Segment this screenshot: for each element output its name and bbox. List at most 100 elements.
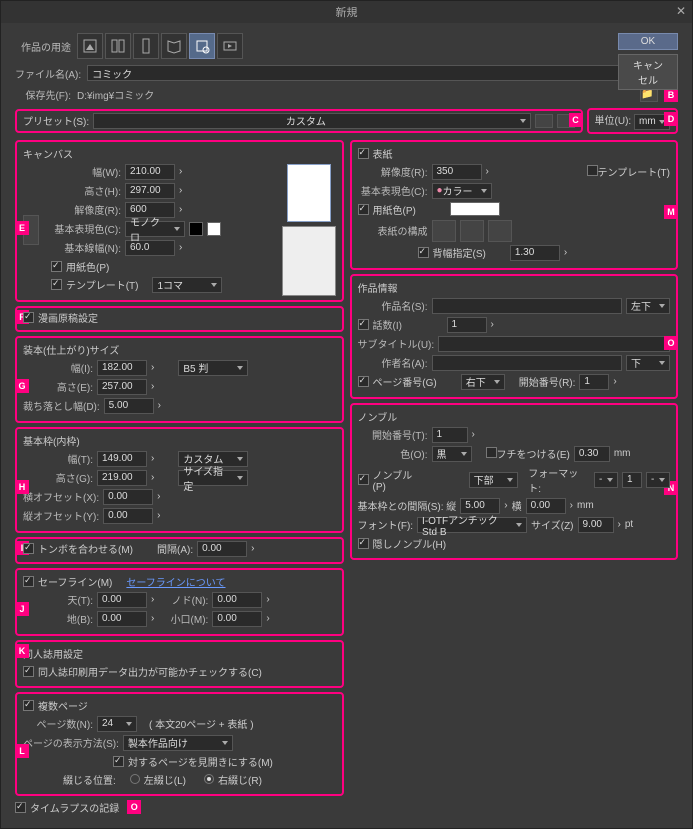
- preset-select[interactable]: カスタム: [93, 113, 530, 129]
- cover-layout-1-icon[interactable]: [432, 220, 456, 242]
- bind-left-radio[interactable]: [130, 774, 140, 784]
- safe-top[interactable]: [97, 592, 147, 608]
- dialog-title: 新規: [336, 4, 358, 20]
- cover-layout-3-icon[interactable]: [488, 220, 512, 242]
- edge-check[interactable]: [486, 447, 497, 458]
- safe-out[interactable]: [212, 611, 262, 627]
- canvas-h[interactable]: [125, 183, 175, 199]
- nombre-color[interactable]: 黒: [432, 446, 472, 462]
- frame-xo[interactable]: [103, 489, 153, 505]
- nombre-format2[interactable]: -: [646, 472, 670, 488]
- hidden-nombre-check[interactable]: [358, 538, 369, 549]
- nombre-fontsize[interactable]: [578, 517, 614, 533]
- binding-bleed[interactable]: [104, 398, 154, 414]
- purpose-book-icon[interactable]: [161, 33, 187, 59]
- tombo-section: I トンボを合わせる(M)間隔(A):›: [15, 537, 344, 564]
- workname-pos[interactable]: 左下: [626, 298, 670, 314]
- letter-o: O: [664, 336, 678, 350]
- nombre-font[interactable]: I-OTFアンチックStd B: [417, 517, 527, 533]
- swatch-white[interactable]: [207, 222, 221, 236]
- workname-input[interactable]: [432, 298, 623, 314]
- preset-save-icon[interactable]: [535, 114, 553, 128]
- binding-section: G 装本(仕上がり)サイズ 幅(I):›B5 判 高さ(E):› 裁ち落とし幅(…: [15, 336, 344, 423]
- doujin-section: K 同人誌用設定 同人誌印刷用データ出力が可能かチェックする(C): [15, 640, 344, 688]
- cover-template-check[interactable]: [587, 165, 598, 176]
- nombre-start[interactable]: [432, 427, 468, 443]
- binding-h[interactable]: [97, 379, 147, 395]
- cover-color-select[interactable]: ● カラー: [432, 183, 492, 199]
- tombo-gap[interactable]: [197, 541, 247, 557]
- canvas-w[interactable]: [125, 164, 175, 180]
- spine-check[interactable]: [418, 247, 429, 258]
- edge-value[interactable]: [574, 446, 610, 462]
- canvas-color-select[interactable]: モノクロ: [125, 221, 185, 237]
- frame-h[interactable]: [97, 470, 147, 486]
- binding-format[interactable]: B5 判: [178, 360, 248, 376]
- pagenum-check[interactable]: [358, 376, 369, 387]
- manga-section: F 漫画原稿設定: [15, 306, 344, 332]
- template-check[interactable]: [51, 279, 62, 290]
- letter-e: E: [15, 221, 29, 235]
- purpose-webtoon-icon[interactable]: [133, 33, 159, 59]
- close-icon[interactable]: ✕: [676, 4, 686, 18]
- episode-check[interactable]: [358, 319, 369, 330]
- frame-yo[interactable]: [103, 508, 153, 524]
- pages-select[interactable]: 24: [97, 716, 137, 732]
- nombre-format[interactable]: -: [594, 472, 618, 488]
- subtitle-input[interactable]: [438, 336, 670, 352]
- frame-size[interactable]: サイズ指定: [178, 470, 248, 486]
- preset-label: プリセット(S):: [23, 113, 89, 128]
- cover-paper-check[interactable]: [358, 204, 369, 215]
- letter-j: J: [15, 602, 29, 616]
- cover-check[interactable]: [358, 148, 369, 159]
- binding-w[interactable]: [97, 360, 147, 376]
- cover-paper-swatch[interactable]: [450, 202, 500, 216]
- canvas-title: キャンバス: [23, 146, 336, 161]
- chevron-right-icon[interactable]: ›: [179, 166, 182, 177]
- display-select[interactable]: 製本作品向け: [123, 735, 233, 751]
- purpose-animation-icon[interactable]: [217, 33, 243, 59]
- purpose-print-icon[interactable]: [189, 33, 215, 59]
- nombre-fmtnum[interactable]: [622, 472, 642, 488]
- chevron-right-icon[interactable]: ›: [179, 204, 182, 215]
- ok-button[interactable]: OK: [618, 33, 678, 50]
- bind-right-radio[interactable]: [204, 774, 214, 784]
- letter-m: M: [664, 205, 678, 219]
- cover-dpi[interactable]: [432, 164, 482, 180]
- purpose-comic-icon[interactable]: [105, 33, 131, 59]
- frame-w[interactable]: [97, 451, 147, 467]
- doujin-check[interactable]: [23, 666, 34, 677]
- paper-check[interactable]: [51, 261, 62, 272]
- nombre-pos[interactable]: 下部: [469, 472, 519, 488]
- safe-nod[interactable]: [212, 592, 262, 608]
- spine-value[interactable]: [510, 245, 560, 261]
- filename-input[interactable]: [87, 65, 658, 81]
- cancel-button[interactable]: キャンセル: [618, 54, 678, 90]
- nombre-gap-h[interactable]: [526, 498, 566, 514]
- tombo-check[interactable]: [23, 543, 34, 554]
- safeline-link[interactable]: セーフラインについて: [126, 574, 225, 589]
- frame-section: H 基本枠(内枠) 幅(T):›カスタム 高さ(G):›サイズ指定 横オフセット…: [15, 427, 344, 533]
- author-input[interactable]: [432, 355, 623, 371]
- safeline-check[interactable]: [23, 576, 34, 587]
- swatch-black[interactable]: [189, 222, 203, 236]
- letter-o2: O: [127, 800, 141, 814]
- episode-input[interactable]: [447, 317, 487, 333]
- pagenum-pos[interactable]: 右下: [461, 374, 505, 390]
- chevron-right-icon[interactable]: ›: [179, 242, 182, 253]
- author-pos[interactable]: 下: [626, 355, 670, 371]
- cover-layout-2-icon[interactable]: [460, 220, 484, 242]
- nombre-check[interactable]: [358, 474, 369, 485]
- purpose-illustration-icon[interactable]: [77, 33, 103, 59]
- chevron-right-icon[interactable]: ›: [179, 185, 182, 196]
- spread-check[interactable]: [113, 756, 124, 767]
- multipage-check[interactable]: [23, 700, 34, 711]
- multipage-section: L 複数ページ ページ数(N):24( 本文20ページ + 表紙 ) ページの表…: [15, 692, 344, 796]
- manga-check[interactable]: [23, 312, 34, 323]
- template-select[interactable]: 1コマ: [152, 277, 222, 293]
- safe-bottom[interactable]: [97, 611, 147, 627]
- pagenum-start[interactable]: [579, 374, 609, 390]
- saveto-label: 保存先(F):: [15, 87, 71, 102]
- timelapse-check[interactable]: [15, 802, 26, 813]
- letter-h: H: [15, 480, 29, 494]
